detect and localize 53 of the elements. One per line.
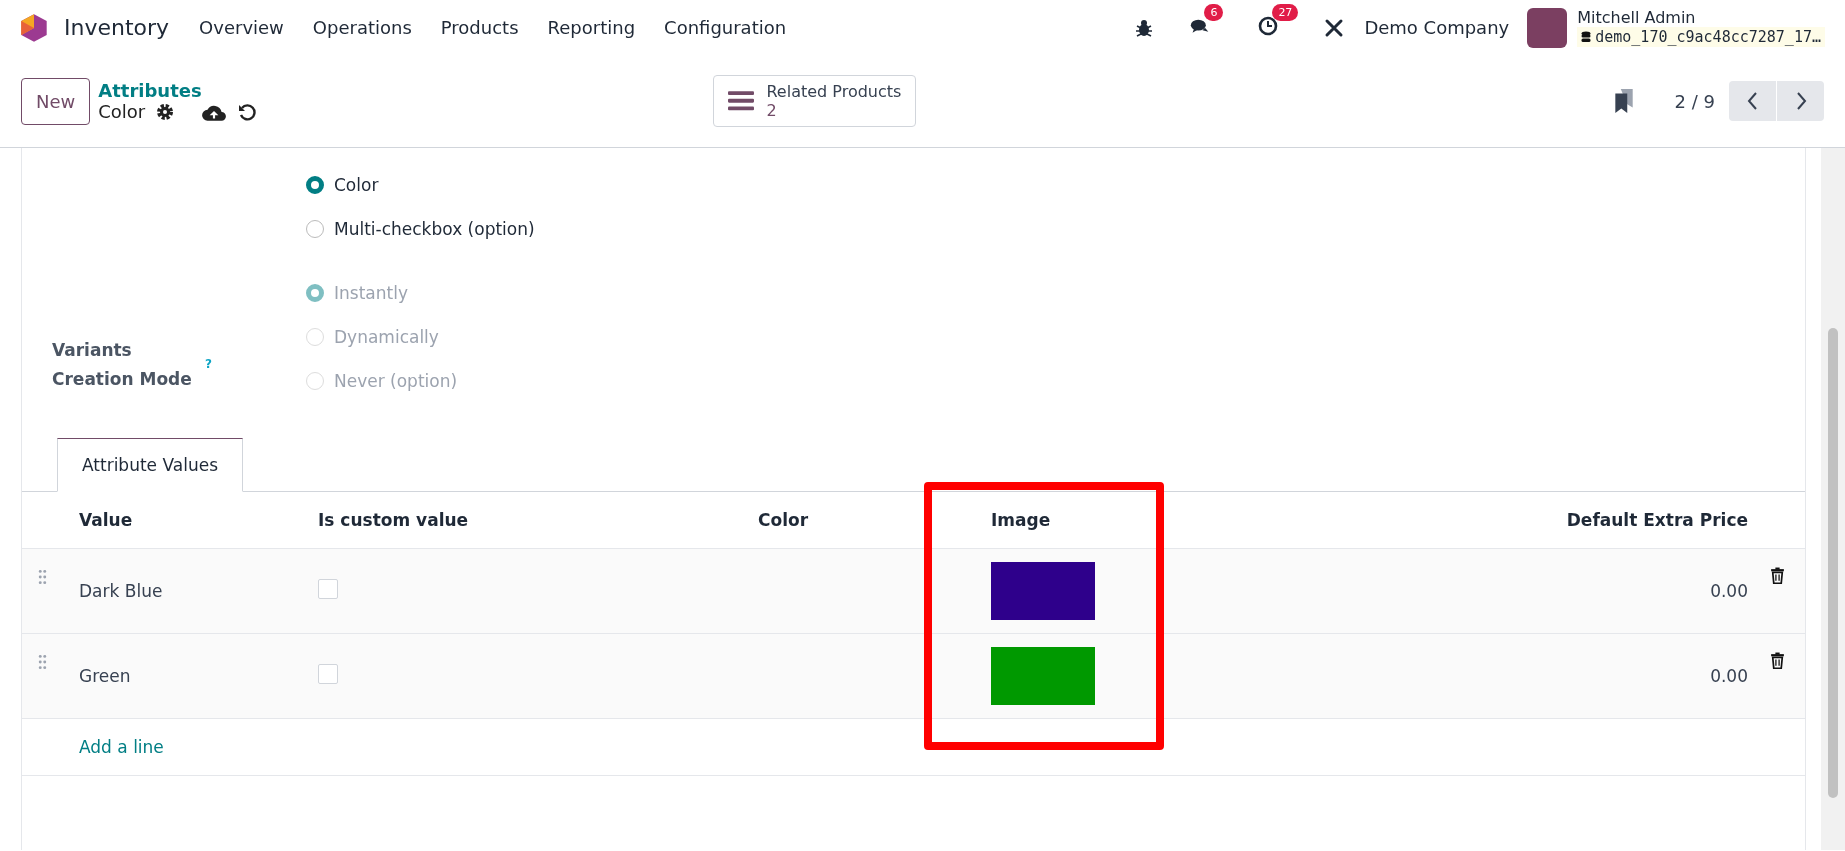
menu-item[interactable]: Products xyxy=(440,17,519,38)
column-header[interactable]: Value xyxy=(79,510,318,530)
trash-icon[interactable] xyxy=(1770,567,1785,584)
clock-icon[interactable] xyxy=(1258,15,1279,36)
table-cell-text: Dark Blue xyxy=(79,581,164,601)
undo-icon[interactable] xyxy=(237,101,258,122)
radio-option[interactable]: Multi-checkbox (option) xyxy=(306,216,1805,242)
bug-icon[interactable] xyxy=(1134,17,1155,38)
table-cell-text: 0.00 xyxy=(1709,581,1748,601)
trash-icon[interactable] xyxy=(1770,652,1785,669)
column-header[interactable]: Is custom value xyxy=(318,510,758,530)
drag-handle-icon[interactable] xyxy=(38,569,47,585)
database-name: demo_170_c9ac48cc7287_17… xyxy=(1577,27,1825,47)
column-header[interactable]: Color xyxy=(758,510,991,530)
related-products-button[interactable]: Related Products 2 xyxy=(713,74,917,128)
scrollbar-thumb[interactable] xyxy=(1828,328,1838,798)
company-name[interactable]: Demo Company xyxy=(1364,17,1510,38)
radio-button[interactable] xyxy=(306,220,324,238)
app-name[interactable]: Inventory xyxy=(64,15,170,40)
menu-item[interactable]: Operations xyxy=(312,17,412,38)
column-header[interactable]: Image xyxy=(991,510,1191,530)
database-icon xyxy=(1581,31,1592,43)
column-header[interactable]: Default Extra Price xyxy=(1191,510,1748,530)
pager-value[interactable]: 2 / 9 xyxy=(1674,90,1715,112)
notification-badge: 6 xyxy=(1204,3,1224,21)
drag-handle-icon[interactable] xyxy=(38,654,47,670)
field-label: Variants Creation Mode xyxy=(52,339,193,392)
avatar-icon[interactable] xyxy=(1527,7,1568,48)
table-cell-text: 0.00 xyxy=(1709,666,1748,686)
table-cell-text: Green xyxy=(79,666,132,686)
next-button[interactable] xyxy=(1777,81,1824,121)
previous-button[interactable] xyxy=(1729,81,1776,121)
checkbox[interactable] xyxy=(318,664,338,684)
add-line-link[interactable]: Add a line xyxy=(79,737,758,757)
chevron-right-icon xyxy=(1794,91,1807,111)
record-name: Color xyxy=(98,101,146,122)
new-button[interactable]: New xyxy=(21,77,91,125)
chevron-left-icon xyxy=(1746,91,1759,111)
radio-option[interactable]: Color xyxy=(306,172,1805,198)
bookmark-icon[interactable] xyxy=(1612,88,1635,114)
scrollbar[interactable] xyxy=(1821,148,1845,850)
menu-item[interactable]: Reporting xyxy=(547,17,636,38)
notification-badge: 27 xyxy=(1272,3,1299,21)
tab[interactable]: Attribute Values xyxy=(57,438,243,492)
checkbox[interactable] xyxy=(318,579,338,599)
app-logo-icon[interactable] xyxy=(20,12,48,43)
list-icon xyxy=(728,90,755,112)
menu-item[interactable]: Overview xyxy=(199,17,284,38)
menu-item[interactable]: Configuration xyxy=(664,17,787,38)
breadcrumb-link[interactable]: Attributes xyxy=(98,80,258,101)
settings-icon[interactable] xyxy=(155,101,176,122)
user-name[interactable]: Mitchell Admin xyxy=(1577,8,1825,27)
radio-button[interactable] xyxy=(306,176,324,194)
